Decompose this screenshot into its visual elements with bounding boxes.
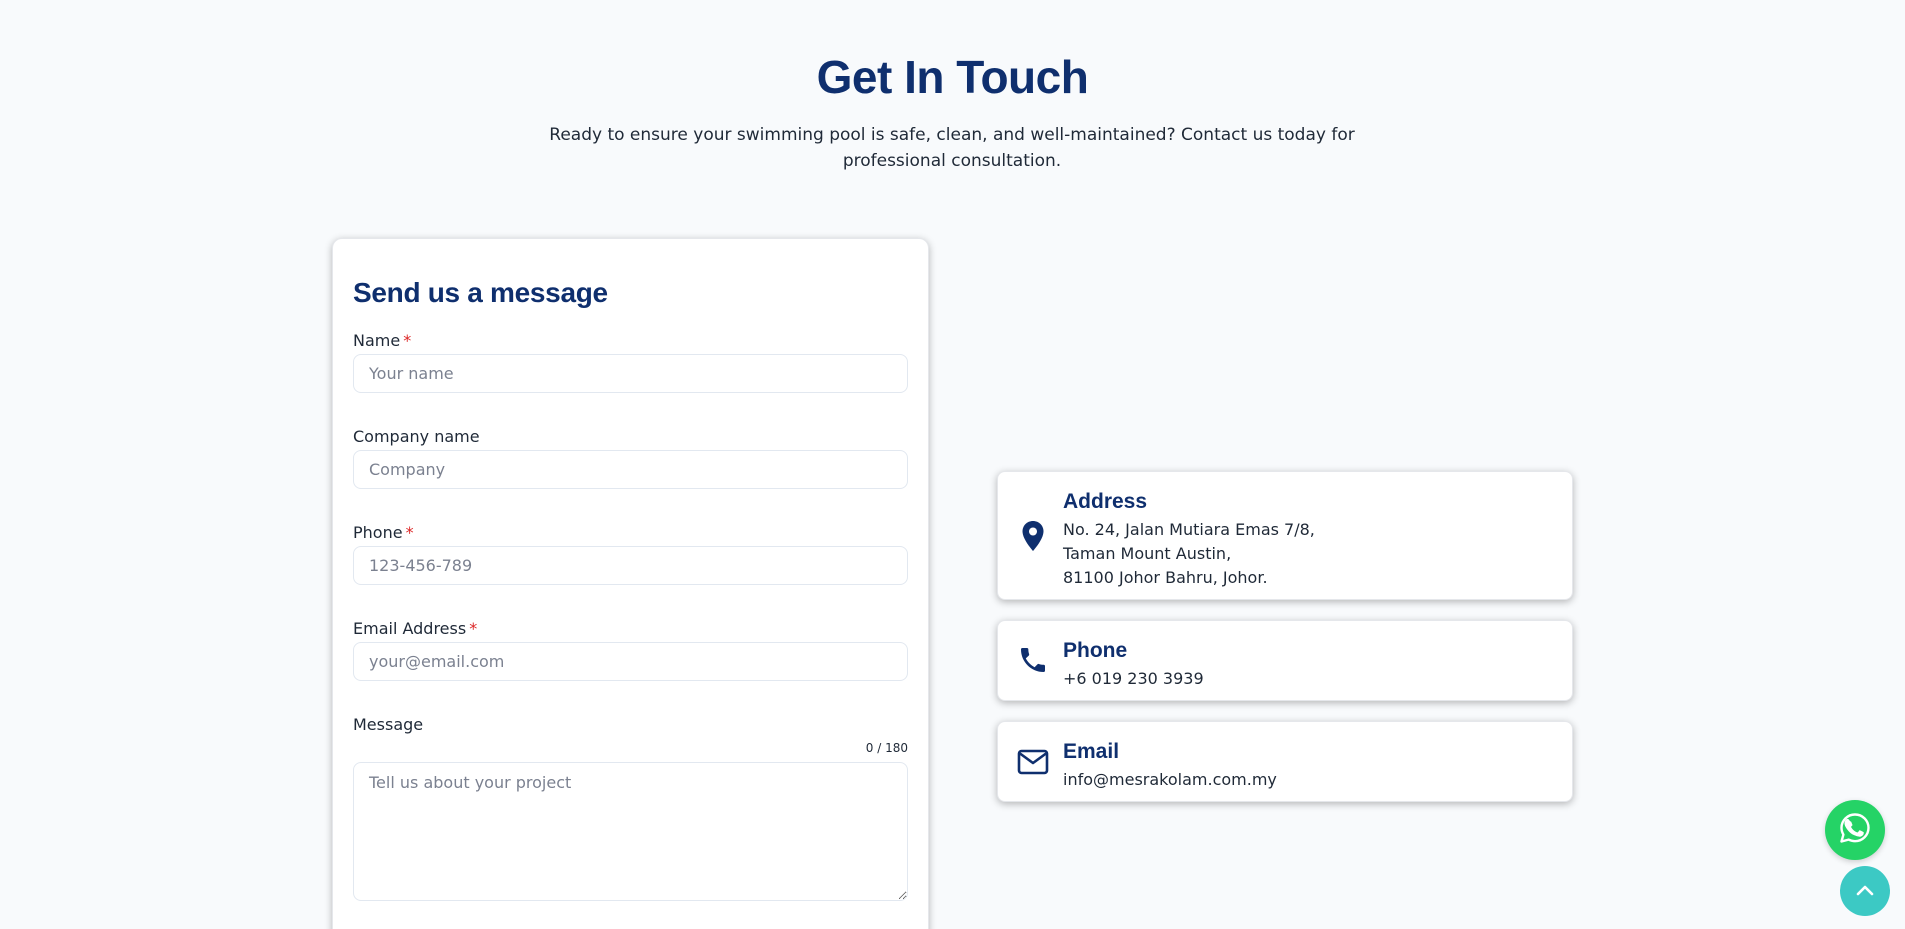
form-title: Send us a message bbox=[353, 277, 608, 308]
required-marker: * bbox=[403, 331, 412, 350]
name-input[interactable] bbox=[353, 354, 908, 393]
phone-label-text: Phone bbox=[353, 523, 403, 542]
chevron-up-icon bbox=[1855, 882, 1875, 901]
address-title: Address bbox=[1063, 490, 1148, 513]
email-address: info@mesrakolam.com.my bbox=[1063, 770, 1277, 789]
phone-title: Phone bbox=[1063, 639, 1128, 662]
email-label-text: Email Address bbox=[353, 619, 467, 638]
phone-card: Phone +6 019 230 3939 bbox=[997, 620, 1573, 701]
phone-icon bbox=[1016, 643, 1050, 677]
email-title: Email bbox=[1063, 740, 1120, 763]
message-label: Message bbox=[353, 715, 424, 734]
required-marker: * bbox=[469, 619, 478, 638]
section-subtitle: Ready to ensure your swimming pool is sa… bbox=[549, 125, 1355, 171]
map-pin-icon bbox=[1016, 519, 1050, 553]
address-lines: No. 24, Jalan Mutiara Emas 7/8, Taman Mo… bbox=[1063, 518, 1315, 590]
email-input[interactable] bbox=[353, 642, 908, 681]
address-line: Taman Mount Austin, bbox=[1063, 544, 1232, 563]
whatsapp-icon bbox=[1838, 811, 1872, 849]
address-line: 81100 Johor Bahru, Johor. bbox=[1063, 568, 1268, 587]
company-label: Company name bbox=[353, 427, 480, 446]
required-marker: * bbox=[405, 523, 414, 542]
email-label: Email Address * bbox=[353, 619, 477, 638]
address-card: Address No. 24, Jalan Mutiara Emas 7/8, … bbox=[997, 471, 1573, 600]
back-to-top-button[interactable] bbox=[1840, 866, 1890, 916]
name-label: Name * bbox=[353, 331, 411, 350]
whatsapp-button[interactable] bbox=[1825, 800, 1885, 860]
email-card: Email info@mesrakolam.com.my bbox=[997, 721, 1573, 802]
section-title: Get In Touch bbox=[816, 51, 1089, 103]
message-char-counter: 0 / 180 bbox=[865, 741, 908, 755]
envelope-icon bbox=[1016, 745, 1050, 779]
phone-label: Phone * bbox=[353, 523, 414, 542]
contact-form-card: Send us a message Name* Company name Pho… bbox=[332, 238, 929, 929]
company-label-text: Company name bbox=[353, 427, 480, 446]
message-textarea[interactable] bbox=[353, 762, 908, 901]
company-input[interactable] bbox=[353, 450, 908, 489]
phone-number: +6 019 230 3939 bbox=[1063, 669, 1204, 688]
phone-input[interactable] bbox=[353, 546, 908, 585]
address-line: No. 24, Jalan Mutiara Emas 7/8, bbox=[1063, 520, 1315, 539]
name-label-text: Name bbox=[353, 331, 401, 350]
